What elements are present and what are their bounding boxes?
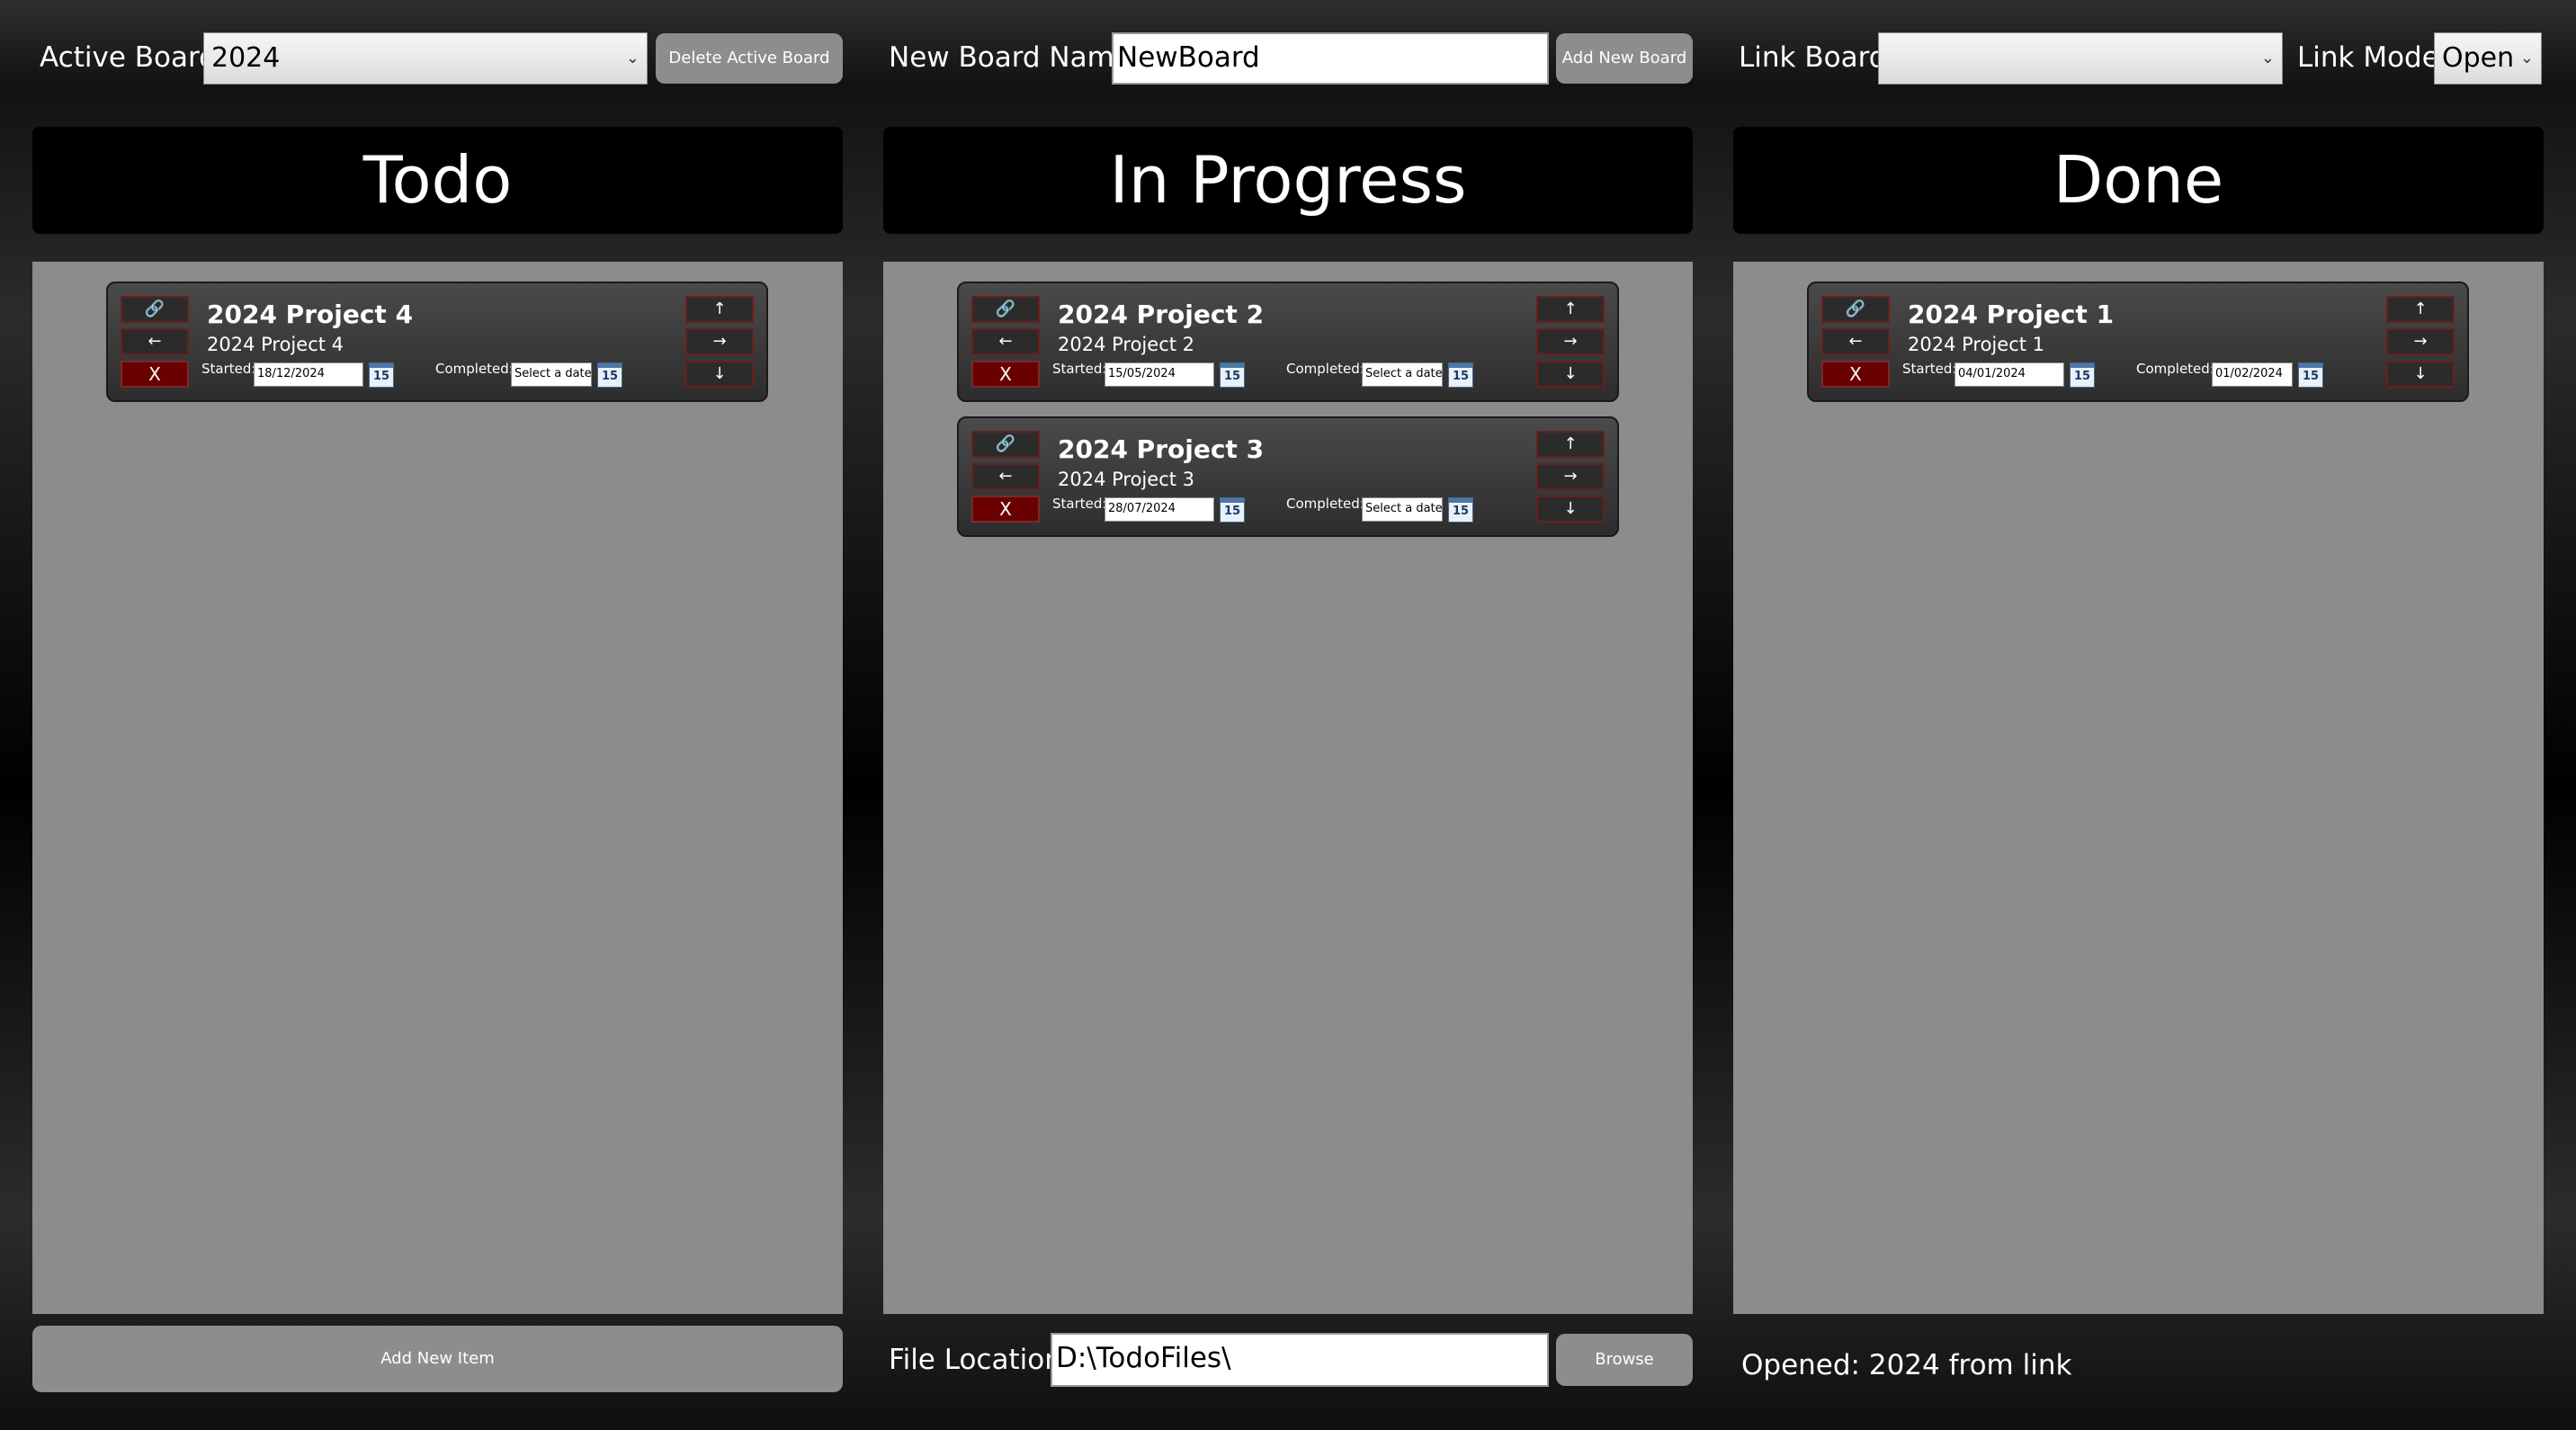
completed-date-input[interactable]: Select a date — [1362, 362, 1443, 387]
move-up-button[interactable]: ↑ — [2386, 296, 2455, 323]
column-header-todo: Todo — [32, 127, 843, 234]
calendar-icon[interactable]: 15 — [1448, 497, 1473, 523]
link-icon: 🔗 — [995, 434, 1016, 453]
completed-date-input[interactable]: Select a date — [511, 362, 592, 387]
completed-label: Completed: — [2136, 361, 2214, 377]
move-left-button[interactable]: ← — [1821, 328, 1890, 355]
task-card[interactable] — [1807, 282, 2469, 402]
link-button[interactable]: 🔗 — [971, 431, 1040, 458]
started-date-input[interactable]: 28/07/2024 — [1105, 497, 1214, 522]
add-new-board-button[interactable]: Add New Board — [1556, 33, 1693, 84]
move-right-button[interactable]: → — [2386, 328, 2455, 355]
card-title: 2024 Project 4 — [207, 299, 414, 329]
completed-label: Completed: — [1286, 361, 1364, 377]
started-date-input[interactable]: 04/01/2024 — [1954, 362, 2064, 387]
delete-card-button[interactable]: X — [971, 361, 1040, 388]
delete-card-button[interactable]: X — [1821, 361, 1890, 388]
link-button[interactable]: 🔗 — [1821, 296, 1890, 323]
status-text: Opened: 2024 from link — [1741, 1349, 2072, 1381]
chevron-down-icon: ⌄ — [2260, 49, 2275, 67]
calendar-icon[interactable]: 15 — [1220, 362, 1245, 388]
link-board-label: Link Board: — [1739, 41, 1896, 74]
started-date-input[interactable]: 15/05/2024 — [1105, 362, 1214, 387]
link-mode-value: Open — [2442, 42, 2515, 74]
calendar-icon[interactable]: 15 — [1220, 497, 1245, 523]
card-title: 2024 Project 3 — [1058, 434, 1265, 464]
calendar-day: 15 — [1223, 370, 1241, 383]
task-card[interactable] — [957, 416, 1619, 537]
calendar-icon[interactable]: 15 — [369, 362, 394, 388]
move-down-button[interactable]: ↓ — [685, 361, 754, 388]
move-down-button[interactable]: ↓ — [1536, 361, 1605, 388]
move-left-button[interactable]: ← — [971, 328, 1040, 355]
started-label: Started: — [1052, 361, 1107, 377]
move-right-button[interactable]: → — [1536, 328, 1605, 355]
link-button[interactable]: 🔗 — [121, 296, 189, 323]
card-description: 2024 Project 3 — [1058, 469, 1195, 490]
move-up-button[interactable]: ↑ — [1536, 296, 1605, 323]
move-right-button[interactable]: → — [685, 328, 754, 355]
active-board-value: 2024 — [211, 42, 281, 74]
task-card[interactable] — [106, 282, 768, 402]
started-label: Started: — [1902, 361, 1957, 377]
new-board-name-input[interactable]: NewBoard — [1112, 32, 1549, 85]
browse-button[interactable]: Browse — [1556, 1334, 1693, 1386]
calendar-icon[interactable]: 15 — [1448, 362, 1473, 388]
delete-active-board-button[interactable]: Delete Active Board — [656, 33, 843, 84]
calendar-day: 15 — [1223, 505, 1241, 518]
calendar-icon[interactable]: 15 — [597, 362, 622, 388]
link-mode-label: Link Mode: — [2297, 41, 2449, 74]
move-left-button[interactable]: ← — [971, 463, 1040, 490]
link-icon: 🔗 — [144, 299, 165, 318]
move-right-button[interactable]: → — [1536, 463, 1605, 490]
new-board-name-label: New Board Name: — [889, 41, 1141, 74]
move-up-button[interactable]: ↑ — [685, 296, 754, 323]
calendar-icon[interactable]: 15 — [2298, 362, 2323, 388]
card-title: 2024 Project 1 — [1908, 299, 2115, 329]
link-board-select[interactable]: ⌄ — [1878, 32, 2283, 85]
completed-date-input[interactable]: 01/02/2024 — [2212, 362, 2293, 387]
link-icon: 🔗 — [995, 299, 1016, 318]
calendar-day: 15 — [2073, 370, 2091, 383]
started-label: Started: — [1052, 496, 1107, 512]
calendar-day: 15 — [601, 370, 619, 383]
add-new-item-button[interactable]: Add New Item — [32, 1326, 843, 1392]
completed-label: Completed: — [435, 361, 514, 377]
file-location-input[interactable]: D:\TodoFiles\ — [1051, 1333, 1549, 1387]
card-description: 2024 Project 1 — [1908, 334, 2045, 355]
calendar-icon[interactable]: 15 — [2070, 362, 2095, 388]
card-title: 2024 Project 2 — [1058, 299, 1265, 329]
started-date-input[interactable]: 18/12/2024 — [254, 362, 363, 387]
move-down-button[interactable]: ↓ — [2386, 361, 2455, 388]
card-description: 2024 Project 2 — [1058, 334, 1195, 355]
chevron-down-icon: ⌄ — [625, 49, 640, 67]
file-location-label: File Location: — [889, 1344, 1072, 1376]
move-left-button[interactable]: ← — [121, 328, 189, 355]
column-header-in-progress: In Progress — [883, 127, 1693, 234]
completed-date-input[interactable]: Select a date — [1362, 497, 1443, 522]
link-icon: 🔗 — [1845, 299, 1866, 318]
calendar-day: 15 — [1452, 370, 1470, 383]
active-board-select[interactable]: 2024 ⌄ — [203, 32, 648, 85]
move-up-button[interactable]: ↑ — [1536, 431, 1605, 458]
column-header-done: Done — [1733, 127, 2544, 234]
column-todo — [32, 262, 843, 1314]
completed-label: Completed: — [1286, 496, 1364, 512]
task-card[interactable] — [957, 282, 1619, 402]
link-mode-select[interactable]: Open ⌄ — [2434, 32, 2542, 85]
column-done — [1733, 262, 2544, 1314]
calendar-day: 15 — [1452, 505, 1470, 518]
link-button[interactable]: 🔗 — [971, 296, 1040, 323]
move-down-button[interactable]: ↓ — [1536, 496, 1605, 523]
delete-card-button[interactable]: X — [121, 361, 189, 388]
calendar-day: 15 — [2302, 370, 2320, 383]
delete-card-button[interactable]: X — [971, 496, 1040, 523]
calendar-day: 15 — [372, 370, 390, 383]
started-label: Started: — [201, 361, 256, 377]
chevron-down-icon: ⌄ — [2519, 49, 2534, 67]
card-description: 2024 Project 4 — [207, 334, 344, 355]
active-board-label: Active Board: — [40, 41, 227, 74]
